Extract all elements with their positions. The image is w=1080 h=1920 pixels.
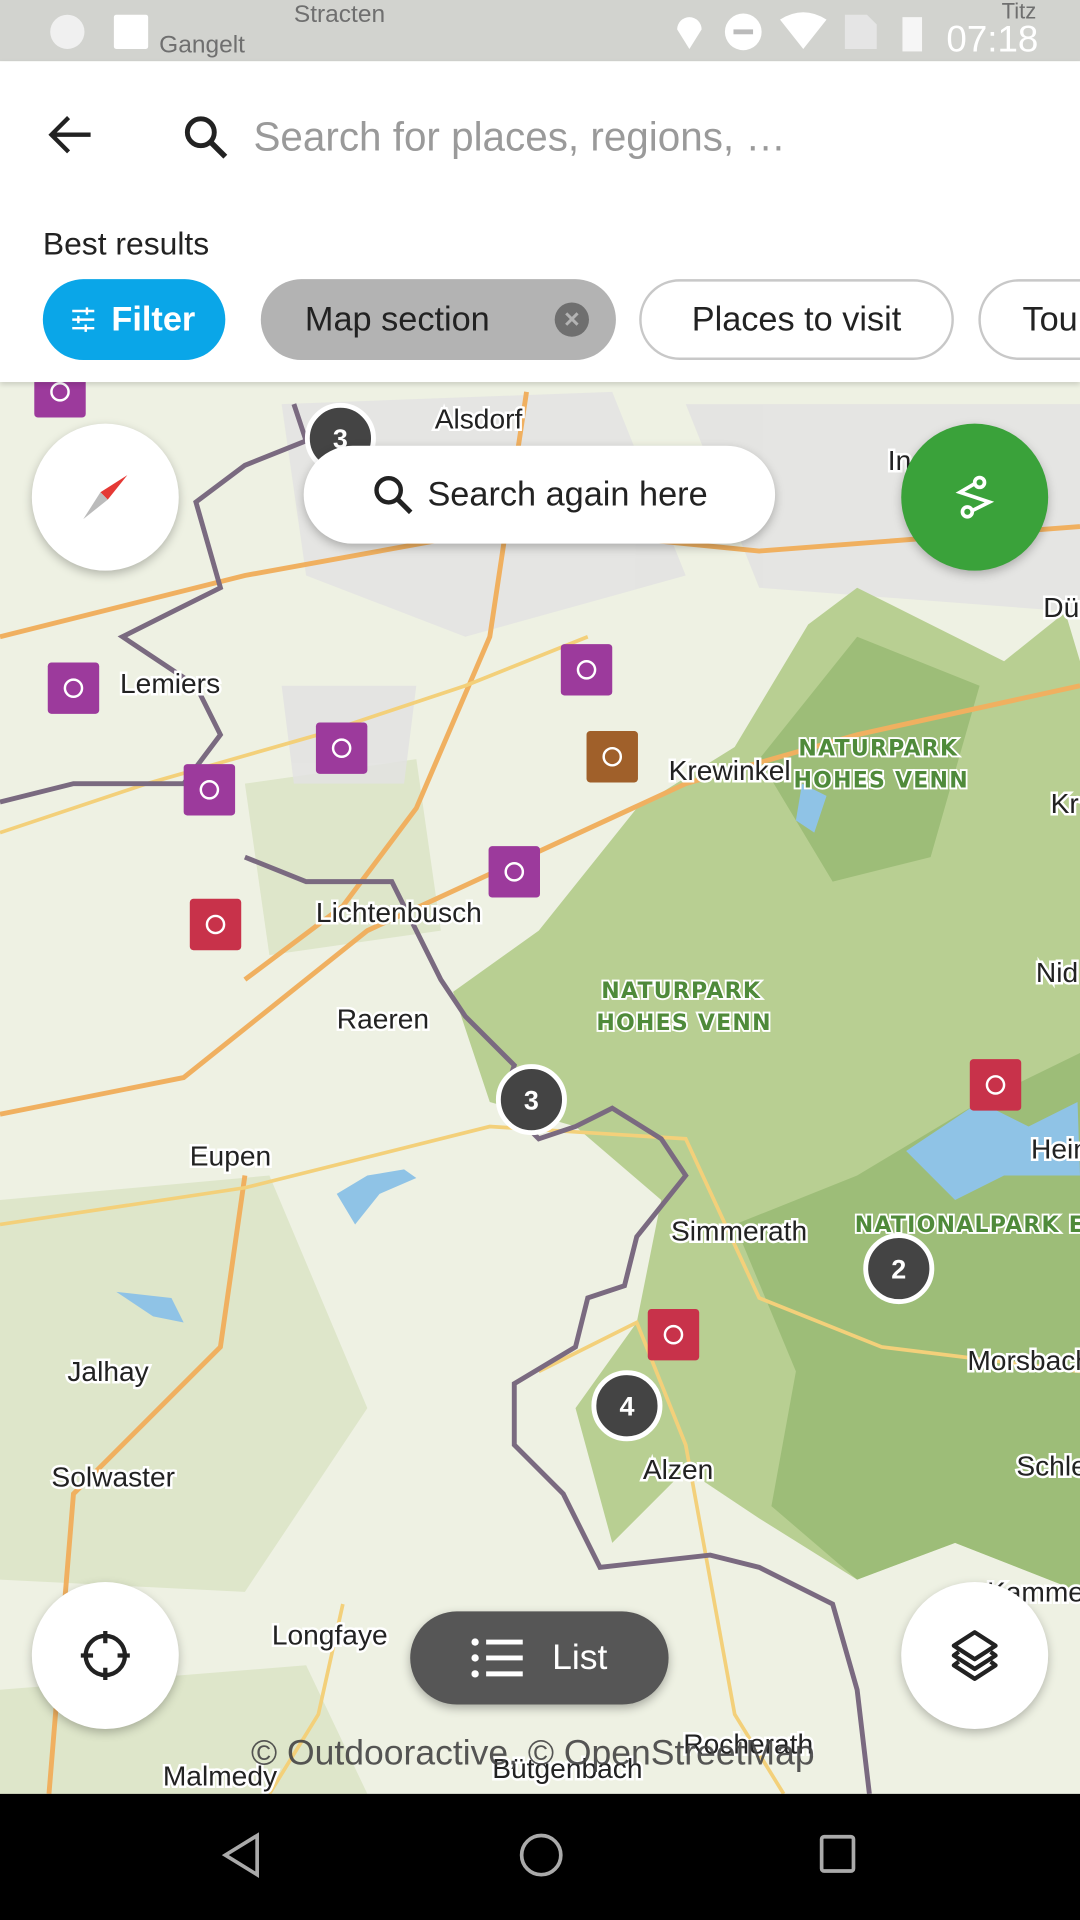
- place-label: Solwaster: [51, 1462, 175, 1493]
- park-label: NATURPARK: [798, 737, 958, 762]
- no-sim-icon: [844, 14, 877, 49]
- place-label: Hein: [1031, 1133, 1080, 1164]
- place-label: Alsdorf: [435, 404, 523, 435]
- layers-button[interactable]: [901, 1582, 1049, 1729]
- place-label: Lichtenbusch: [316, 897, 482, 928]
- place-label: Schle: [1016, 1451, 1080, 1482]
- place-label: Gangelt: [159, 31, 245, 59]
- compass-icon: [83, 475, 128, 520]
- cluster-marker[interactable]: 4: [591, 1370, 663, 1442]
- search-icon: [374, 475, 413, 515]
- wifi-icon: [780, 12, 827, 49]
- tours-label: Tou: [1022, 300, 1078, 338]
- compass-button[interactable]: [31, 423, 179, 571]
- location-icon: [677, 17, 702, 49]
- image-icon: [113, 14, 149, 49]
- park-label: HOHES VENN: [596, 1011, 771, 1036]
- svg-text:3: 3: [524, 1085, 539, 1115]
- recents-nav-icon[interactable]: [818, 1831, 860, 1880]
- back-arrow-icon[interactable]: [47, 110, 96, 159]
- cluster-marker[interactable]: 3: [495, 1064, 567, 1136]
- park-label: NATURPARK: [601, 979, 761, 1004]
- tours-chip[interactable]: Tou: [978, 279, 1080, 361]
- cycling-poi-marker[interactable]: [488, 846, 541, 898]
- places-label: Places to visit: [691, 300, 902, 338]
- navigation-bar: [0, 1793, 1080, 1920]
- place-label: Longfaye: [272, 1619, 388, 1650]
- route-planner-button[interactable]: [901, 423, 1049, 571]
- search-header: Best results Filter Map section × Places…: [0, 61, 1080, 383]
- places-to-visit-chip[interactable]: Places to visit: [639, 279, 954, 361]
- filter-button[interactable]: Filter: [42, 279, 226, 361]
- map-attribution[interactable]: © Outdooractive, © OpenStreetMap: [251, 1734, 815, 1774]
- battery-charging-icon: [902, 17, 923, 52]
- place-label: Raeren: [337, 1004, 429, 1035]
- loading-icon: [50, 14, 85, 49]
- cycling-poi-marker[interactable]: [47, 662, 100, 714]
- place-label: Stracten: [293, 1, 386, 29]
- cluster-marker[interactable]: 2: [863, 1233, 935, 1305]
- list-icon: [471, 1638, 523, 1678]
- sight-poi-marker[interactable]: [586, 731, 638, 783]
- place-label: Alzen: [643, 1454, 713, 1485]
- search-again-button[interactable]: Search again here: [303, 445, 776, 544]
- cycling-poi-marker[interactable]: [183, 764, 236, 816]
- home-nav-icon[interactable]: [517, 1831, 566, 1880]
- locate-me-button[interactable]: [31, 1582, 179, 1729]
- svg-text:2: 2: [891, 1254, 906, 1284]
- search-again-label: Search again here: [427, 475, 708, 514]
- cycling-poi-marker[interactable]: [560, 644, 613, 696]
- sliders-icon: [72, 307, 95, 332]
- place-label: Nid: [1036, 957, 1078, 988]
- close-icon[interactable]: ×: [554, 302, 589, 337]
- hiking-poi-marker[interactable]: [189, 898, 242, 951]
- park-label: HOHES VENN: [793, 768, 968, 793]
- place-label: Titz: [1001, 0, 1037, 24]
- search-icon: [184, 116, 228, 159]
- section-title: Best results: [42, 225, 210, 263]
- layers-icon: [951, 1630, 998, 1681]
- svg-text:4: 4: [619, 1392, 634, 1422]
- list-label: List: [552, 1637, 608, 1677]
- place-label: Jalhay: [67, 1356, 149, 1387]
- map-section-label: Map section: [304, 300, 490, 338]
- place-label: Dü: [1043, 592, 1079, 623]
- hiking-poi-marker[interactable]: [969, 1059, 1022, 1111]
- place-label: Kr: [1051, 788, 1079, 819]
- crosshair-icon: [80, 1631, 130, 1681]
- place-label: Eupen: [190, 1141, 271, 1172]
- clock: 07:18: [946, 19, 1039, 61]
- place-label: Morsbach: [967, 1345, 1080, 1376]
- place-label: Simmerath: [671, 1215, 807, 1246]
- back-nav-icon[interactable]: [220, 1831, 262, 1880]
- list-button[interactable]: List: [410, 1611, 669, 1705]
- hiking-poi-marker[interactable]: [647, 1308, 700, 1361]
- search-input[interactable]: [251, 107, 1040, 167]
- route-icon: [955, 475, 995, 519]
- place-label: Lemiers: [120, 668, 220, 699]
- park-label: NATIONALPARK E: [855, 1213, 1080, 1238]
- map-section-chip[interactable]: Map section ×: [260, 279, 616, 361]
- place-label: Krewinkel: [669, 755, 791, 786]
- cycling-poi-marker[interactable]: [315, 722, 368, 774]
- filter-label: Filter: [111, 300, 196, 338]
